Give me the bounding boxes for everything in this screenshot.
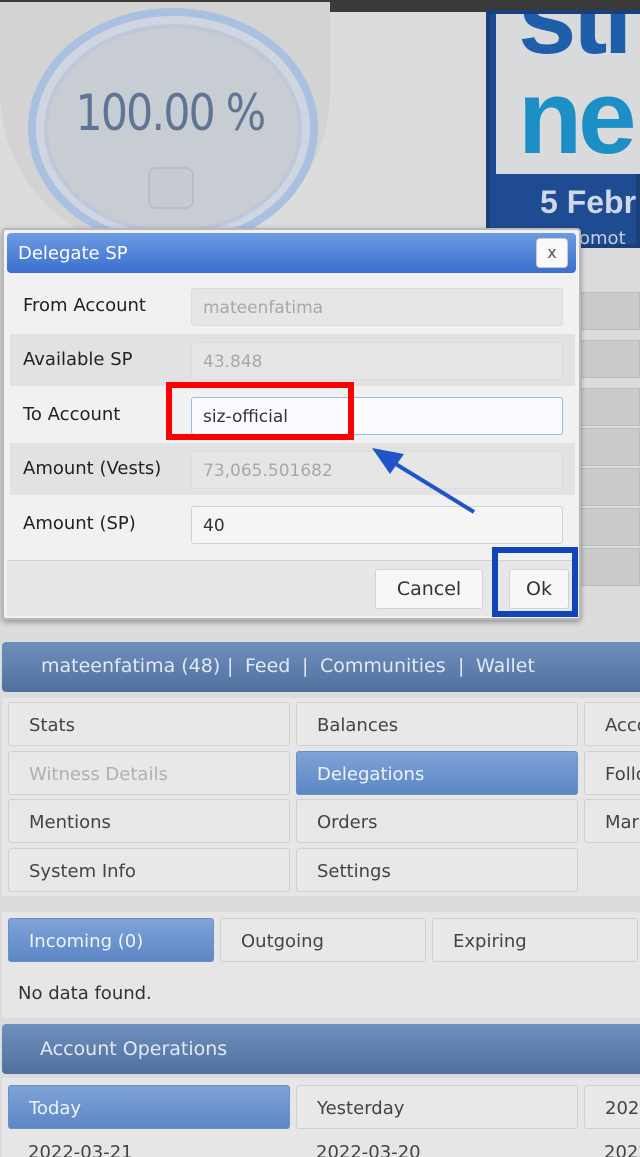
from-account-label: From Account xyxy=(23,295,146,316)
account-nav-bar: mateenfatima (48) | Feed | Communities |… xyxy=(2,642,640,692)
amount-vests-label: Amount (Vests) xyxy=(23,458,162,479)
cancel-button[interactable]: Cancel xyxy=(375,569,483,609)
gauge-percent: 100.00 % xyxy=(75,84,266,142)
nav-separator: | xyxy=(458,655,465,677)
tab-orders[interactable]: Orders xyxy=(296,799,578,843)
highlight-box-blue xyxy=(492,547,578,617)
nav-feed-link[interactable]: Feed xyxy=(245,655,290,677)
banner-logo-area: stı ne xyxy=(496,14,640,174)
tab-accounts[interactable]: Acco xyxy=(584,702,640,746)
tab-stats[interactable]: Stats xyxy=(8,702,290,746)
tab-mentions[interactable]: Mentions xyxy=(8,799,290,843)
tab-outgoing[interactable]: Outgoing xyxy=(220,918,426,962)
no-data-message: No data found. xyxy=(18,983,152,1004)
promo-banner[interactable]: stı ne 5 Febr romot xyxy=(486,10,640,249)
date-label: 2022 xyxy=(604,1142,640,1157)
banner-date: 5 Febr xyxy=(540,184,637,220)
dialog-header: Delegate SP x xyxy=(7,233,576,273)
tab-system-info[interactable]: System Info xyxy=(8,848,290,892)
tab-follows[interactable]: Follo xyxy=(584,751,640,795)
available-sp-label: Available SP xyxy=(23,349,133,370)
gauge-knob xyxy=(148,167,194,209)
available-sp-field: 43.848 xyxy=(191,342,563,380)
tab-yesterday[interactable]: Yesterday xyxy=(296,1085,578,1129)
close-button[interactable]: x xyxy=(536,238,568,268)
tab-incoming[interactable]: Incoming (0) xyxy=(8,918,214,962)
background-row xyxy=(580,292,640,330)
amount-sp-row: Amount (SP) 40 xyxy=(10,498,575,550)
background-row xyxy=(580,508,640,546)
from-account-row: From Account mateenfatima xyxy=(10,280,575,332)
section-title: Account Operations xyxy=(40,1038,228,1060)
account-operations-header: Account Operations xyxy=(2,1024,640,1074)
voting-power-gauge: 100.00 % xyxy=(0,2,330,252)
tab-delegations[interactable]: Delegations xyxy=(296,751,578,795)
background-row xyxy=(580,340,640,378)
date-label: 2022-03-20 xyxy=(316,1142,421,1157)
background-row xyxy=(580,468,640,506)
dialog-title: Delegate SP xyxy=(18,243,128,264)
background-row xyxy=(580,388,640,426)
banner-line2: ne xyxy=(518,59,637,174)
tab-balances[interactable]: Balances xyxy=(296,702,578,746)
tab-witness-details[interactable]: Witness Details xyxy=(8,751,290,795)
from-account-field: mateenfatima xyxy=(191,288,563,326)
background-row xyxy=(580,548,640,586)
available-sp-row: Available SP 43.848 xyxy=(10,334,575,386)
nav-separator: | xyxy=(302,655,309,677)
background-row xyxy=(580,428,640,466)
to-account-label: To Account xyxy=(23,404,121,425)
nav-separator: | xyxy=(227,655,234,677)
nav-wallet-link[interactable]: Wallet xyxy=(476,655,535,677)
tab-settings[interactable]: Settings xyxy=(296,848,578,892)
tab-markets[interactable]: Mar xyxy=(584,799,640,843)
nav-communities-link[interactable]: Communities xyxy=(320,655,446,677)
arrow-icon xyxy=(372,448,476,514)
tab-today[interactable]: Today xyxy=(8,1085,290,1129)
tab-expiring[interactable]: Expiring xyxy=(432,918,638,962)
amount-vests-row: Amount (Vests) 73,065.501682 xyxy=(10,443,575,495)
amount-sp-label: Amount (SP) xyxy=(23,513,136,534)
date-label: 2022-03-21 xyxy=(28,1142,133,1157)
nav-account-link[interactable]: mateenfatima (48) xyxy=(41,655,220,677)
dialog-footer: Cancel Ok xyxy=(7,560,576,616)
highlight-box-red xyxy=(166,382,354,440)
tab-year[interactable]: 2022 xyxy=(584,1085,640,1129)
